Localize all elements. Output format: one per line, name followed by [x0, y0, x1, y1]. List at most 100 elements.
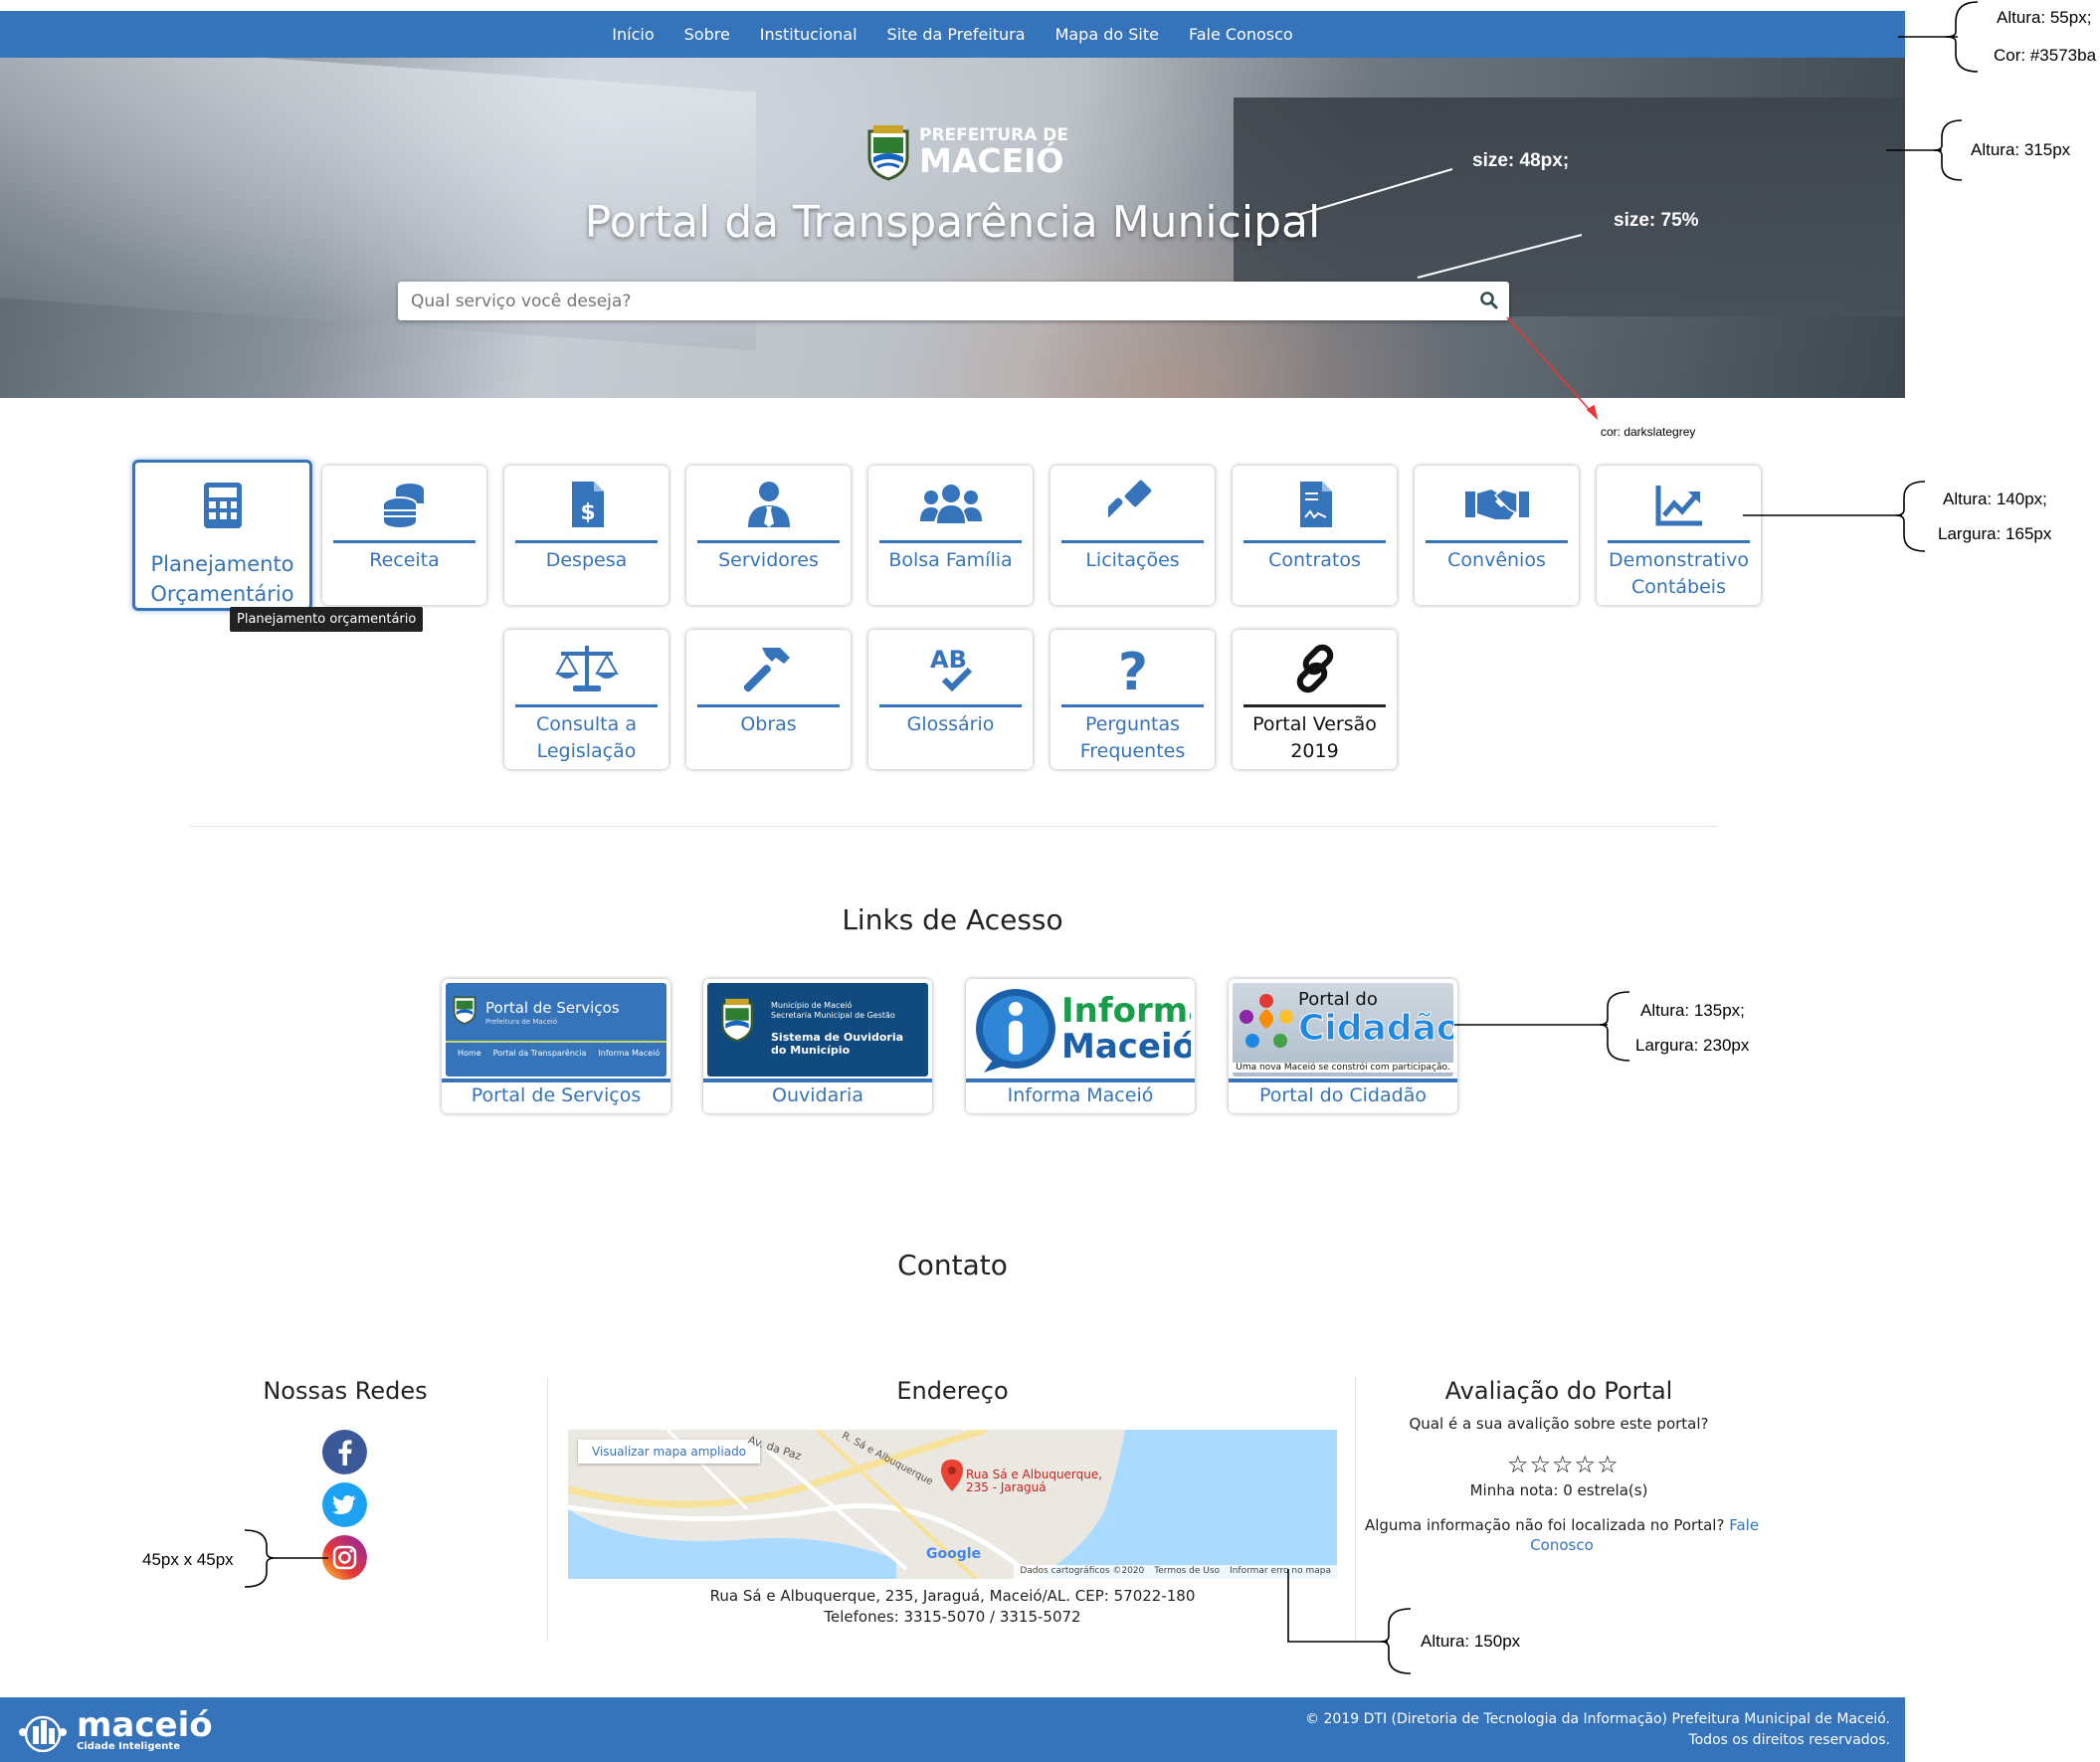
link-icon	[1296, 644, 1333, 693]
search-input[interactable]	[398, 282, 1442, 320]
coat-of-arms-icon	[867, 125, 909, 181]
footer: maceió Cidade Inteligente © 2019 DTI (Di…	[0, 1697, 1905, 1762]
card-licitacoes[interactable]: Licitações	[1050, 466, 1215, 605]
map-enlarge-button[interactable]: Visualizar mapa ampliado	[578, 1440, 761, 1464]
portal-servicos-banner: Portal de Serviços Prefeitura de Maceió …	[446, 983, 667, 1077]
rating-stars[interactable]: ☆☆☆☆☆	[1507, 1451, 1620, 1478]
banner-word2: Maceió	[1061, 1027, 1191, 1067]
card-label: Obras	[740, 713, 797, 735]
map-pin-line2: 235 - Jaraguá	[966, 1480, 1047, 1494]
link-label: Portal de Serviços	[471, 1084, 642, 1106]
portal-cidadao-banner: Portal do Cidadão Uma nova Maceió se con…	[1233, 983, 1453, 1077]
card-divider	[879, 704, 1022, 707]
not-found-question: Alguma informação não foi localizada no …	[1364, 1516, 1725, 1534]
banner-line	[446, 1041, 667, 1043]
balance-scale-icon	[554, 646, 619, 691]
phones-text: Telefones: 3315-5070 / 3315-5072	[824, 1608, 1081, 1626]
map-pin-icon[interactable]	[941, 1460, 963, 1491]
card-receita[interactable]: Receita	[322, 466, 486, 605]
invoice-dollar-icon: $	[571, 482, 604, 527]
card-divider	[697, 704, 840, 707]
copyright-line2: Todos os direitos reservados.	[1688, 1732, 1890, 1748]
card-divider	[1608, 540, 1750, 543]
link-portal-cidadao[interactable]: Portal do Cidadão Uma nova Maceió se con…	[1229, 979, 1457, 1113]
annotation-card-height: Altura: 140px;	[1943, 489, 2047, 508]
link-informa-maceio[interactable]: Informa Maceió Informa Maceió	[966, 979, 1195, 1113]
link-ouvidaria[interactable]: Município de Maceió Secretaria Municipal…	[703, 979, 932, 1113]
contract-icon	[1299, 482, 1332, 527]
users-icon	[919, 485, 982, 523]
banner-line4: do Município	[771, 1044, 851, 1057]
not-found-text: Alguma informação não foi localizada no …	[1363, 1515, 1761, 1555]
my-rating-text: Minha nota: 0 estrela(s)	[1469, 1481, 1648, 1499]
map-terms-link[interactable]: Termos de Uso	[1154, 1566, 1220, 1578]
coins-icon	[382, 484, 424, 527]
banner-line2: Secretaria Municipal de Gestão	[771, 1011, 895, 1020]
column-divider	[547, 1378, 548, 1642]
nav-mapa-site[interactable]: Mapa do Site	[1055, 25, 1159, 44]
nav-institucional[interactable]: Institucional	[760, 25, 858, 44]
card-divider	[879, 540, 1022, 543]
link-divider	[442, 1078, 670, 1082]
footer-copyright: © 2019 DTI (Diretoria de Tecnologia da I…	[1305, 1709, 1890, 1751]
facebook-icon[interactable]	[322, 1430, 367, 1474]
rating-question: Qual é a sua avalição sobre este portal?	[1409, 1415, 1709, 1433]
link-label: Ouvidaria	[772, 1084, 863, 1106]
card-label: Consulta a Legislação	[536, 713, 637, 762]
map-pin-label: Rua Sá e Albuquerque, 235 - Jaraguá	[966, 1468, 1102, 1494]
banner-word1: Informa	[1061, 991, 1191, 1031]
instagram-icon[interactable]	[322, 1535, 367, 1580]
banner-line1: Município de Maceió	[771, 1001, 853, 1010]
card-label: Servidores	[718, 549, 819, 571]
hammer-icon	[743, 648, 790, 692]
annotation-navbar-height: Altura: 55px;	[1997, 8, 2092, 27]
banner-slogan: Uma nova Maceió se constrói com particip…	[1233, 1063, 1453, 1073]
spell-check-icon: AB	[930, 646, 972, 692]
card-divider	[1426, 540, 1568, 543]
card-divider	[1061, 704, 1204, 707]
link-label: Informa Maceió	[1007, 1084, 1154, 1106]
twitter-icon[interactable]	[322, 1482, 367, 1527]
nav-fale-conosco[interactable]: Fale Conosco	[1189, 25, 1293, 44]
coat-of-arms-icon	[453, 996, 477, 1025]
search-icon[interactable]	[1479, 291, 1499, 310]
tooltip: Planejamento orçamentário	[230, 607, 424, 632]
social-title: Nossas Redes	[263, 1377, 428, 1405]
card-portal-versao-2019[interactable]: Portal Versão 2019	[1233, 630, 1397, 769]
map-report-link[interactable]: Informar erro no mapa	[1230, 1566, 1331, 1578]
handshake-icon	[1464, 489, 1529, 519]
link-portal-servicos[interactable]: Portal de Serviços Prefeitura de Maceió …	[442, 979, 670, 1113]
annotation-link-height: Altura: 135px;	[1640, 1001, 1745, 1020]
nav-site-prefeitura[interactable]: Site da Prefeitura	[887, 25, 1026, 44]
banner-subtitle: Prefeitura de Maceió	[485, 1018, 558, 1026]
nav-sobre[interactable]: Sobre	[684, 25, 730, 44]
annotation-map-height: Altura: 150px	[1421, 1632, 1521, 1651]
card-contratos[interactable]: Contratos	[1233, 466, 1397, 605]
map-footer: Dados cartográficos ©2020 Termos de Uso …	[1014, 1565, 1337, 1579]
card-obras[interactable]: Obras	[686, 630, 851, 769]
card-planejamento-orcamentario[interactable]: Planejamento Orçamentário	[132, 460, 312, 611]
nav-inicio[interactable]: Início	[612, 25, 654, 44]
card-demonstrativo-contabeis[interactable]: Demonstrativo Contábeis	[1597, 466, 1761, 605]
card-servidores[interactable]: Servidores	[686, 466, 851, 605]
user-tie-icon	[747, 482, 790, 527]
card-perguntas-frequentes[interactable]: ? Perguntas Frequentes	[1050, 630, 1215, 769]
people-circle-icon	[1240, 994, 1293, 1048]
card-consulta-legislacao[interactable]: Consulta a Legislação	[504, 630, 668, 769]
chart-line-icon	[1655, 486, 1702, 526]
card-despesa[interactable]: $ Despesa	[504, 466, 668, 605]
gavel-icon	[1107, 480, 1151, 520]
card-divider	[515, 540, 658, 543]
card-label: Contratos	[1268, 549, 1361, 571]
card-label: Portal Versão 2019	[1252, 713, 1377, 762]
logo-line2: MACEIÓ	[919, 141, 1064, 180]
card-glossario[interactable]: AB Glossário	[868, 630, 1033, 769]
address-map[interactable]: Visualizar mapa ampliado Av. da Paz R. S…	[568, 1430, 1337, 1579]
prefeitura-logo: PREFEITURA DE MACEIÓ	[865, 123, 1068, 181]
question-icon: ?	[1117, 644, 1147, 693]
card-divider	[697, 540, 840, 543]
card-convenios[interactable]: Convênios	[1415, 466, 1579, 605]
annotation-card-width: Largura: 165px	[1938, 524, 2052, 543]
card-bolsa-familia[interactable]: Bolsa Família	[868, 466, 1033, 605]
address-text: Rua Sá e Albuquerque, 235, Jaraguá, Mace…	[709, 1587, 1196, 1605]
